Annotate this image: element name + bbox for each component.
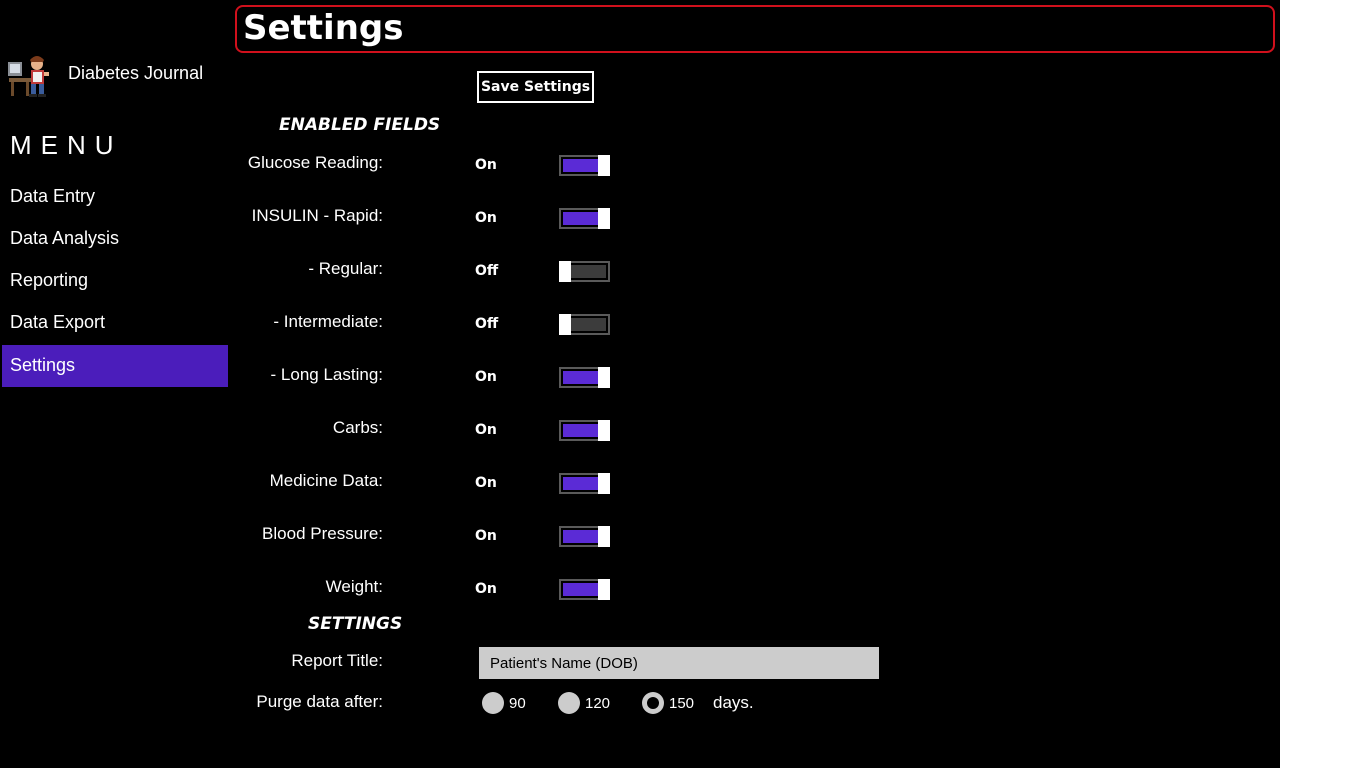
purge-120-label: 120	[585, 695, 611, 712]
toggle-track-fill	[563, 371, 598, 384]
nav-item-reporting[interactable]: Reporting	[2, 260, 228, 302]
page-header: Settings	[235, 5, 1275, 53]
nav-item-data-entry[interactable]: Data Entry	[2, 176, 228, 218]
enabled-fields-heading: ENABLED FIELDS	[279, 115, 441, 135]
toggle-switch[interactable]	[559, 579, 610, 600]
nav-item-settings[interactable]: Settings	[2, 345, 228, 387]
purge-data-label: Purge data after:	[256, 692, 383, 711]
field-label: Blood Pressure:	[262, 524, 383, 543]
field-label: Glucose Reading:	[247, 153, 383, 172]
purge-90-label: 90	[509, 695, 526, 712]
toggle-thumb[interactable]	[598, 579, 610, 600]
toggle-state-text: On	[475, 210, 497, 226]
page-title: Settings	[243, 8, 404, 48]
report-title-input[interactable]	[479, 647, 879, 679]
toggle-switch[interactable]	[559, 420, 610, 441]
toggle-state-text: Off	[475, 263, 499, 279]
toggle-thumb[interactable]	[598, 367, 610, 388]
toggle-switch[interactable]	[559, 367, 610, 388]
toggle-switch[interactable]	[559, 208, 610, 229]
purge-90-radio[interactable]	[482, 692, 504, 714]
toggle-switch[interactable]	[559, 526, 610, 547]
toggle-state-text: On	[475, 157, 497, 173]
toggle-thumb[interactable]	[559, 314, 571, 335]
toggle-thumb[interactable]	[598, 208, 610, 229]
toggle-switch[interactable]	[559, 261, 610, 282]
toggle-state-text: On	[475, 422, 497, 438]
toggle-track-fill	[571, 265, 606, 278]
app-logo-icon	[6, 56, 52, 97]
toggle-switch[interactable]	[559, 473, 610, 494]
field-label: INSULIN - Rapid:	[251, 206, 383, 225]
toggle-switch[interactable]	[559, 314, 610, 335]
toggle-state-text: Off	[475, 316, 499, 332]
toggle-thumb[interactable]	[598, 155, 610, 176]
toggle-track-fill	[563, 212, 598, 225]
nav-item-data-analysis[interactable]: Data Analysis	[2, 218, 228, 260]
toggle-thumb[interactable]	[598, 420, 610, 441]
toggle-track-fill	[563, 530, 598, 543]
save-settings-button[interactable]: Save Settings	[477, 71, 594, 103]
toggle-state-text: On	[475, 581, 497, 597]
nav-item-data-export[interactable]: Data Export	[2, 302, 228, 344]
purge-days-suffix: days.	[713, 693, 754, 712]
toggle-state-text: On	[475, 528, 497, 544]
field-label: Weight:	[325, 577, 383, 596]
purge-120-radio[interactable]	[558, 692, 580, 714]
toggle-track-fill	[563, 477, 598, 490]
field-label: - Intermediate:	[273, 312, 383, 331]
purge-150-radio[interactable]	[642, 692, 664, 714]
field-label: Medicine Data:	[269, 471, 383, 490]
app-window: Diabetes Journal MENU Data Entry Data An…	[0, 0, 1280, 768]
toggle-track-fill	[563, 583, 598, 596]
purge-150-label: 150	[669, 695, 695, 712]
toggle-thumb[interactable]	[598, 473, 610, 494]
toggle-track-fill	[571, 318, 606, 331]
toggle-thumb[interactable]	[598, 526, 610, 547]
menu-heading: MENU	[10, 130, 123, 160]
toggle-switch[interactable]	[559, 155, 610, 176]
app-title: Diabetes Journal	[68, 63, 204, 83]
toggle-state-text: On	[475, 369, 497, 385]
field-label: - Long Lasting:	[270, 365, 383, 384]
field-label: Carbs:	[332, 418, 383, 437]
toggle-state-text: On	[475, 475, 497, 491]
toggle-thumb[interactable]	[559, 261, 571, 282]
settings-heading: SETTINGS	[308, 614, 403, 634]
toggle-track-fill	[563, 159, 598, 172]
field-label: - Regular:	[308, 259, 383, 278]
toggle-track-fill	[563, 424, 598, 437]
report-title-label: Report Title:	[291, 651, 383, 670]
